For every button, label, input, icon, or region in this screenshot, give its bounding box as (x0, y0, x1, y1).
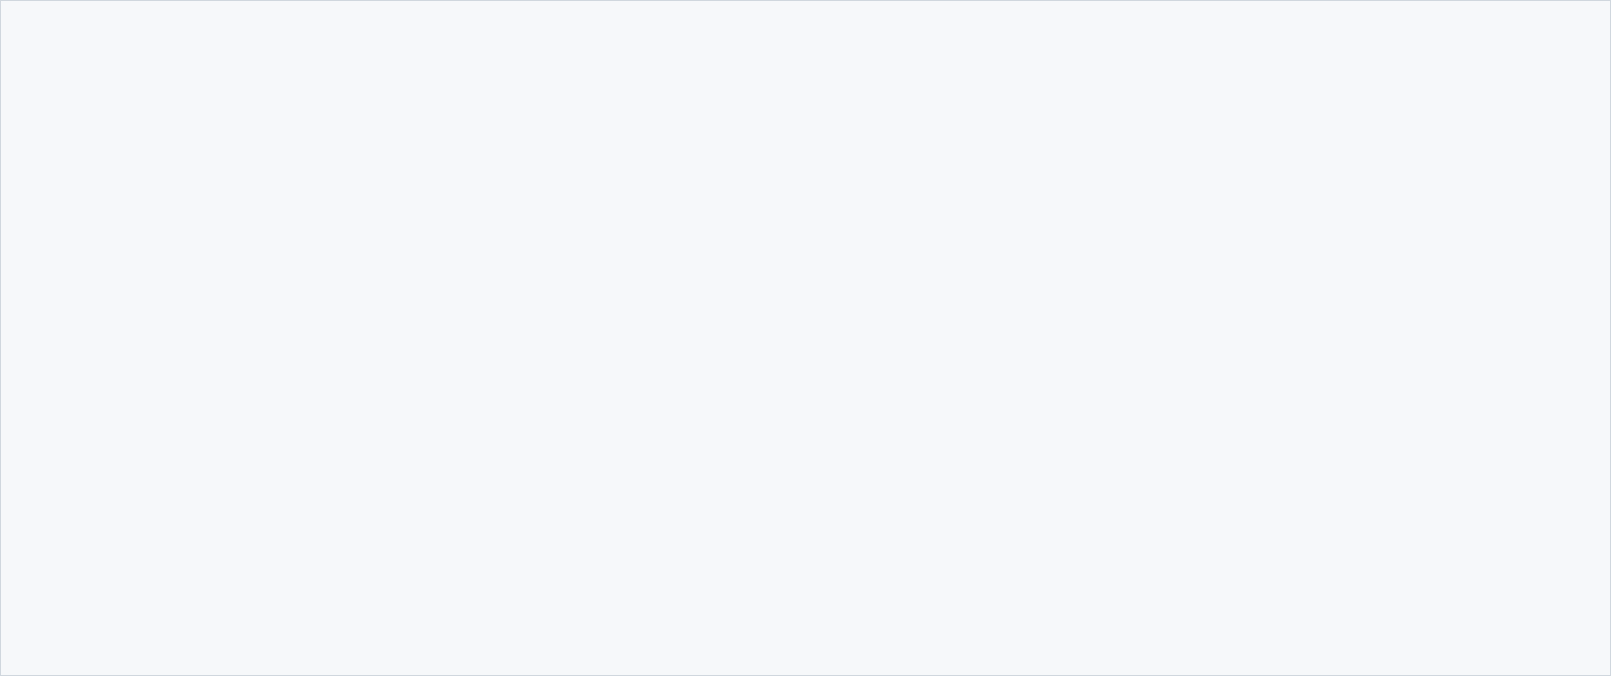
page-placeholder (0, 0, 1611, 676)
